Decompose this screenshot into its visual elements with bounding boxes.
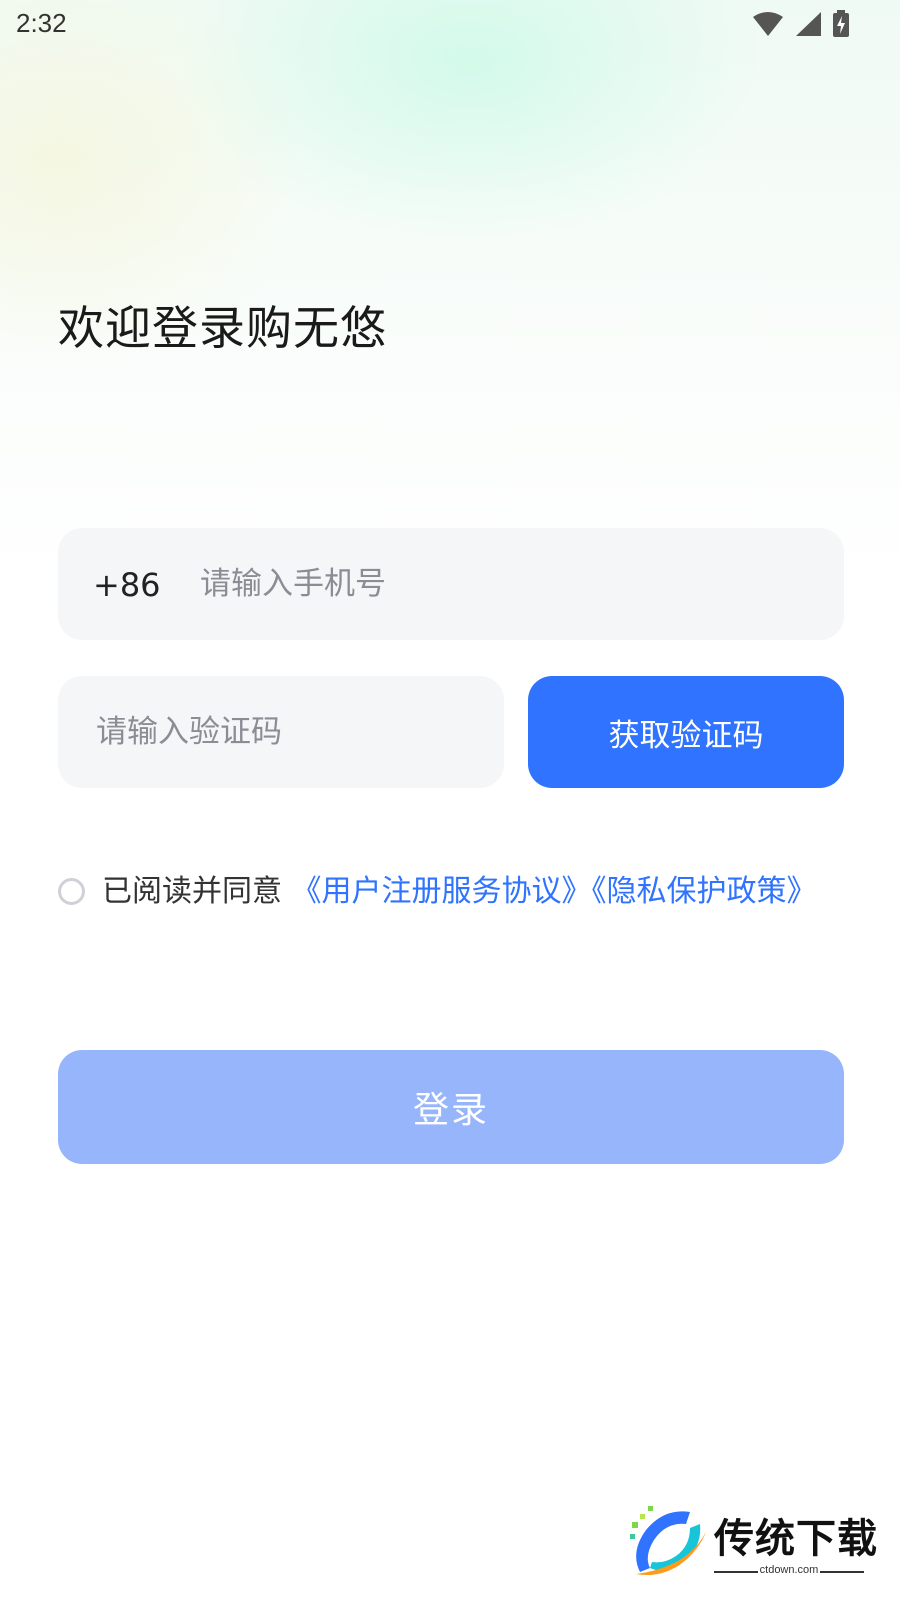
- wifi-icon: [753, 12, 783, 36]
- privacy-link[interactable]: 《隐私保护政策》: [592, 874, 817, 909]
- country-code[interactable]: +86: [93, 566, 161, 604]
- verification-code-field[interactable]: [58, 676, 504, 788]
- watermark-brand: 传统下载: [714, 1516, 878, 1562]
- verification-code-input[interactable]: [94, 706, 478, 758]
- ctdown-logo-icon: [630, 1506, 706, 1575]
- agreement-text: 已阅读并同意 《用户注册服务协议》《隐私保护政策》: [102, 874, 842, 910]
- welcome-title: 欢迎登录购无悠: [58, 301, 387, 355]
- phone-input[interactable]: [198, 558, 802, 610]
- battery-charging-icon: [833, 10, 849, 37]
- status-bar: 2:32: [0, 0, 900, 48]
- watermark-divider-right: [820, 1571, 864, 1573]
- login-button[interactable]: 登录: [58, 1050, 844, 1164]
- cellular-signal-icon: [796, 12, 821, 36]
- agreement-checkbox[interactable]: [58, 878, 85, 905]
- watermark-logo: 传统下载 ctdown.com: [628, 1502, 878, 1582]
- terms-link[interactable]: 《用户注册服务协议》: [292, 874, 592, 909]
- agreement-prefix: 已阅读并同意: [102, 874, 292, 909]
- get-code-button[interactable]: 获取验证码: [528, 676, 844, 788]
- watermark-url: ctdown.com: [759, 1564, 819, 1576]
- phone-field[interactable]: +86: [58, 528, 844, 640]
- status-time: 2:32: [16, 8, 67, 38]
- status-icons: [752, 10, 850, 38]
